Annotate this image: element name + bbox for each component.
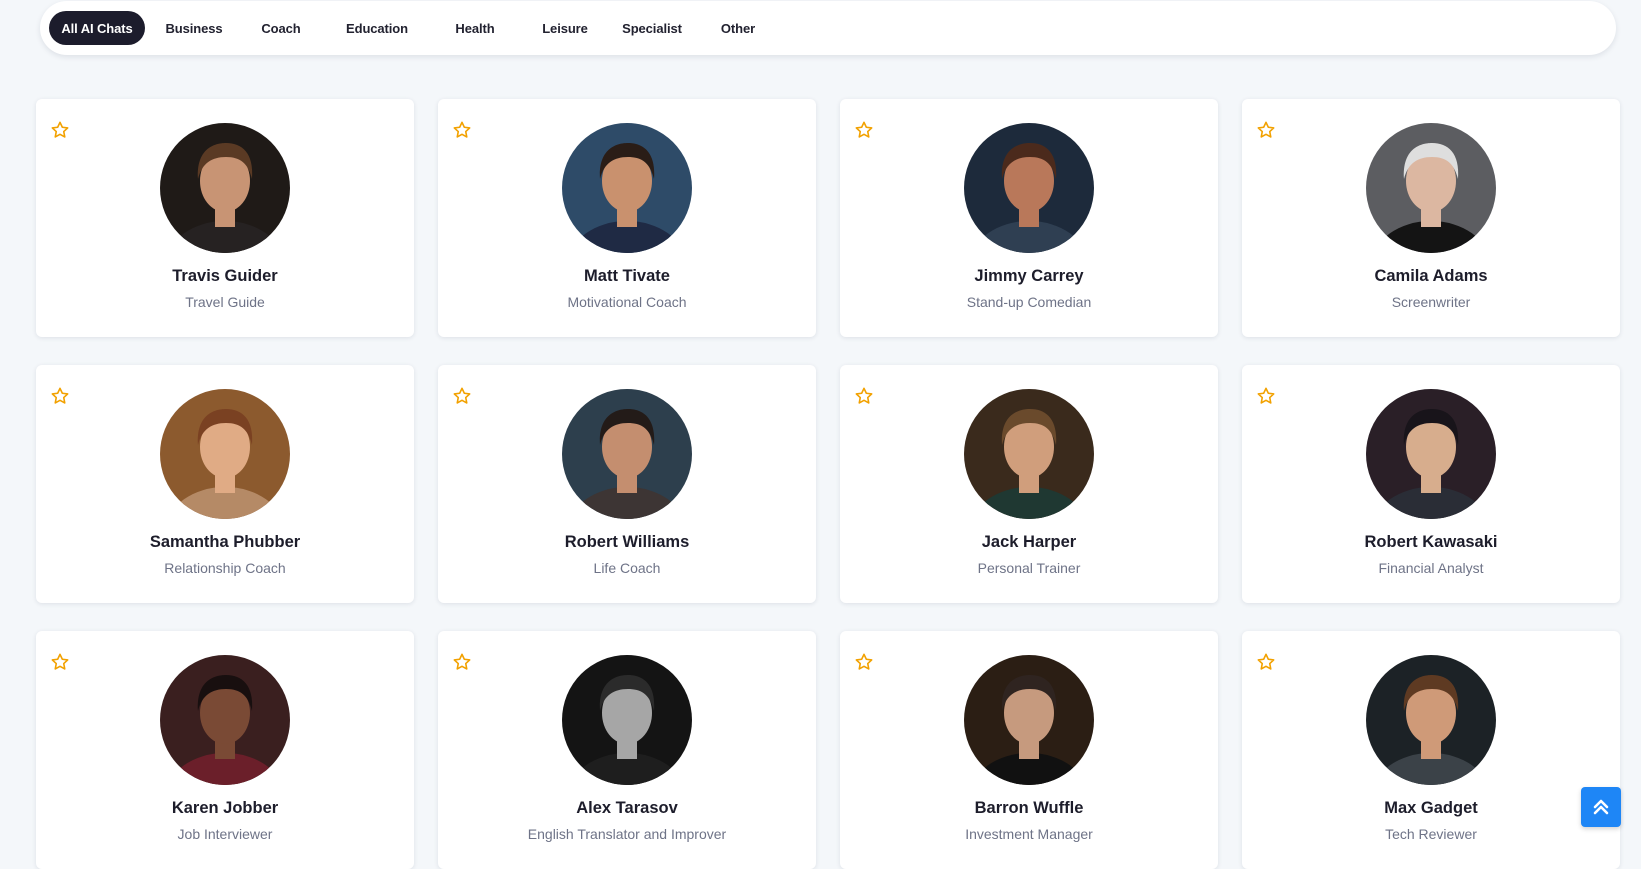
character-card-alex-tarasov[interactable]: Alex Tarasov English Translator and Impro…: [438, 631, 816, 869]
double-chevron-up-icon: [1593, 799, 1609, 815]
avatar: [562, 655, 692, 785]
character-card-robert-kawasaki[interactable]: Robert Kawasaki Financial Analyst: [1242, 365, 1620, 603]
character-name: Alex Tarasov: [576, 799, 678, 817]
favorite-star-icon[interactable]: [854, 652, 874, 672]
character-name: Camila Adams: [1374, 267, 1488, 285]
character-card-matt-tivate[interactable]: Matt Tivate Motivational Coach: [438, 99, 816, 337]
favorite-star-icon[interactable]: [452, 652, 472, 672]
character-role: Tech Reviewer: [1385, 826, 1477, 842]
avatar: [1366, 655, 1496, 785]
tab-label: Business: [165, 20, 223, 36]
favorite-star-icon[interactable]: [854, 120, 874, 140]
tab-label: Leisure: [542, 20, 588, 36]
category-filter-bar: All AI Chats Business Coach Education He…: [40, 1, 1616, 55]
character-name: Max Gadget: [1384, 799, 1478, 817]
character-card-jimmy-carrey[interactable]: Jimmy Carrey Stand-up Comedian: [840, 99, 1218, 337]
avatar: [160, 123, 290, 253]
character-name: Barron Wuffle: [974, 799, 1084, 817]
tab-health[interactable]: Health: [445, 11, 505, 45]
favorite-star-icon[interactable]: [452, 386, 472, 406]
avatar: [160, 655, 290, 785]
tab-label: Specialist: [622, 20, 682, 36]
favorite-star-icon[interactable]: [50, 652, 70, 672]
tab-label: Other: [720, 20, 756, 36]
character-role: Travel Guide: [185, 294, 265, 310]
character-role: Stand-up Comedian: [966, 294, 1092, 310]
avatar: [1366, 123, 1496, 253]
tab-business[interactable]: Business: [157, 11, 231, 45]
character-role: Life Coach: [593, 560, 661, 576]
tab-label: All AI Chats: [61, 20, 133, 36]
character-card-barron-wuffle[interactable]: Barron Wuffle Investment Manager: [840, 631, 1218, 869]
tab-other[interactable]: Other: [713, 11, 763, 45]
character-card-samantha-phubber[interactable]: Samantha Phubber Relationship Coach: [36, 365, 414, 603]
character-name: Karen Jobber: [171, 799, 279, 817]
character-name: Robert Kawasaki: [1364, 533, 1498, 551]
favorite-star-icon[interactable]: [1256, 652, 1276, 672]
avatar: [964, 123, 1094, 253]
character-name: Travis Guider: [172, 267, 278, 285]
tab-specialist[interactable]: Specialist: [617, 11, 687, 45]
tab-leisure[interactable]: Leisure: [535, 11, 595, 45]
character-role: Job Interviewer: [177, 826, 273, 842]
avatar: [964, 389, 1094, 519]
character-role: Investment Manager: [965, 826, 1093, 842]
tab-all-ai-chats[interactable]: All AI Chats: [49, 11, 145, 45]
scroll-to-top-button[interactable]: [1581, 787, 1621, 827]
character-name: Jack Harper: [981, 533, 1077, 551]
character-card-camila-adams[interactable]: Camila Adams Screenwriter: [1242, 99, 1620, 337]
tab-label: Health: [455, 20, 495, 36]
character-role: Relationship Coach: [164, 560, 286, 576]
avatar: [562, 389, 692, 519]
avatar: [160, 389, 290, 519]
tab-label: Education: [346, 20, 408, 36]
character-card-max-gadget[interactable]: Max Gadget Tech Reviewer: [1242, 631, 1620, 869]
character-card-travis-guider[interactable]: Travis Guider Travel Guide: [36, 99, 414, 337]
character-role: Financial Analyst: [1378, 560, 1484, 576]
character-name: Jimmy Carrey: [974, 267, 1084, 285]
character-role: Screenwriter: [1391, 294, 1471, 310]
character-card-jack-harper[interactable]: Jack Harper Personal Trainer: [840, 365, 1218, 603]
favorite-star-icon[interactable]: [854, 386, 874, 406]
character-name: Matt Tivate: [584, 267, 670, 285]
character-role: English Translator and Improver: [527, 826, 727, 842]
favorite-star-icon[interactable]: [50, 120, 70, 140]
character-grid: Travis Guider Travel Guide Matt Tivate Moti…: [36, 99, 1620, 869]
favorite-star-icon[interactable]: [452, 120, 472, 140]
favorite-star-icon[interactable]: [50, 386, 70, 406]
character-card-robert-williams[interactable]: Robert Williams Life Coach: [438, 365, 816, 603]
character-role: Motivational Coach: [567, 294, 687, 310]
favorite-star-icon[interactable]: [1256, 386, 1276, 406]
avatar: [562, 123, 692, 253]
tab-label: Coach: [261, 20, 301, 36]
character-name: Samantha Phubber: [149, 533, 301, 551]
favorite-star-icon[interactable]: [1256, 120, 1276, 140]
character-role: Personal Trainer: [977, 560, 1081, 576]
tab-coach[interactable]: Coach: [253, 11, 309, 45]
character-card-karen-jobber[interactable]: Karen Jobber Job Interviewer: [36, 631, 414, 869]
avatar: [1366, 389, 1496, 519]
tab-education[interactable]: Education: [337, 11, 417, 45]
avatar: [964, 655, 1094, 785]
character-name: Robert Williams: [564, 533, 690, 551]
